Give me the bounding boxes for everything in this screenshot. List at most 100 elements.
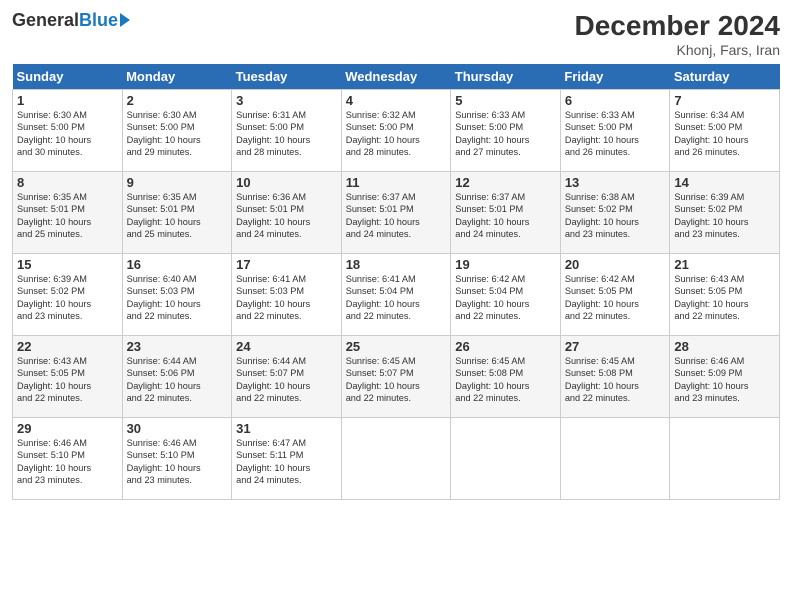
day-info: Sunrise: 6:44 AM Sunset: 5:06 PM Dayligh… [127,355,228,405]
logo-general-text: General [12,10,79,31]
day-number: 29 [17,421,118,436]
day-number: 18 [346,257,447,272]
calendar-header-cell: Saturday [670,64,780,90]
day-number: 21 [674,257,775,272]
day-info: Sunrise: 6:40 AM Sunset: 5:03 PM Dayligh… [127,273,228,323]
day-number: 16 [127,257,228,272]
calendar-day-cell: 1Sunrise: 6:30 AM Sunset: 5:00 PM Daylig… [13,90,123,172]
day-number: 4 [346,93,447,108]
day-number: 17 [236,257,337,272]
day-info: Sunrise: 6:43 AM Sunset: 5:05 PM Dayligh… [674,273,775,323]
day-number: 6 [565,93,666,108]
day-number: 5 [455,93,556,108]
calendar-day-cell: 15Sunrise: 6:39 AM Sunset: 5:02 PM Dayli… [13,254,123,336]
calendar-day-cell: 30Sunrise: 6:46 AM Sunset: 5:10 PM Dayli… [122,418,232,500]
day-info: Sunrise: 6:42 AM Sunset: 5:04 PM Dayligh… [455,273,556,323]
day-info: Sunrise: 6:33 AM Sunset: 5:00 PM Dayligh… [455,109,556,159]
calendar-week-row: 29Sunrise: 6:46 AM Sunset: 5:10 PM Dayli… [13,418,780,500]
location: Khonj, Fars, Iran [575,42,780,58]
calendar-day-cell: 14Sunrise: 6:39 AM Sunset: 5:02 PM Dayli… [670,172,780,254]
calendar-day-cell: 25Sunrise: 6:45 AM Sunset: 5:07 PM Dayli… [341,336,451,418]
calendar-day-cell: 19Sunrise: 6:42 AM Sunset: 5:04 PM Dayli… [451,254,561,336]
day-info: Sunrise: 6:31 AM Sunset: 5:00 PM Dayligh… [236,109,337,159]
day-info: Sunrise: 6:46 AM Sunset: 5:10 PM Dayligh… [17,437,118,487]
calendar-day-cell: 4Sunrise: 6:32 AM Sunset: 5:00 PM Daylig… [341,90,451,172]
day-info: Sunrise: 6:43 AM Sunset: 5:05 PM Dayligh… [17,355,118,405]
calendar-day-cell: 8Sunrise: 6:35 AM Sunset: 5:01 PM Daylig… [13,172,123,254]
day-number: 8 [17,175,118,190]
calendar-day-cell: 6Sunrise: 6:33 AM Sunset: 5:00 PM Daylig… [560,90,670,172]
day-info: Sunrise: 6:38 AM Sunset: 5:02 PM Dayligh… [565,191,666,241]
calendar-day-cell: 31Sunrise: 6:47 AM Sunset: 5:11 PM Dayli… [232,418,342,500]
day-number: 20 [565,257,666,272]
day-info: Sunrise: 6:30 AM Sunset: 5:00 PM Dayligh… [127,109,228,159]
calendar-day-cell: 2Sunrise: 6:30 AM Sunset: 5:00 PM Daylig… [122,90,232,172]
calendar-day-cell: 3Sunrise: 6:31 AM Sunset: 5:00 PM Daylig… [232,90,342,172]
calendar-day-cell [451,418,561,500]
calendar-week-row: 15Sunrise: 6:39 AM Sunset: 5:02 PM Dayli… [13,254,780,336]
header: General Blue December 2024 Khonj, Fars, … [12,10,780,58]
calendar-header-cell: Thursday [451,64,561,90]
day-number: 31 [236,421,337,436]
day-info: Sunrise: 6:36 AM Sunset: 5:01 PM Dayligh… [236,191,337,241]
day-number: 26 [455,339,556,354]
day-number: 24 [236,339,337,354]
calendar-container: General Blue December 2024 Khonj, Fars, … [0,0,792,508]
day-info: Sunrise: 6:30 AM Sunset: 5:00 PM Dayligh… [17,109,118,159]
month-title: December 2024 [575,10,780,42]
calendar-day-cell: 7Sunrise: 6:34 AM Sunset: 5:00 PM Daylig… [670,90,780,172]
title-block: December 2024 Khonj, Fars, Iran [575,10,780,58]
calendar-day-cell: 5Sunrise: 6:33 AM Sunset: 5:00 PM Daylig… [451,90,561,172]
logo-blue-text: Blue [79,10,118,31]
calendar-day-cell: 12Sunrise: 6:37 AM Sunset: 5:01 PM Dayli… [451,172,561,254]
calendar-day-cell: 9Sunrise: 6:35 AM Sunset: 5:01 PM Daylig… [122,172,232,254]
calendar-day-cell: 18Sunrise: 6:41 AM Sunset: 5:04 PM Dayli… [341,254,451,336]
calendar-day-cell [670,418,780,500]
logo-arrow-icon [120,13,130,27]
logo: General Blue [12,10,130,31]
day-number: 7 [674,93,775,108]
calendar-day-cell: 27Sunrise: 6:45 AM Sunset: 5:08 PM Dayli… [560,336,670,418]
day-number: 3 [236,93,337,108]
calendar-day-cell: 28Sunrise: 6:46 AM Sunset: 5:09 PM Dayli… [670,336,780,418]
day-info: Sunrise: 6:46 AM Sunset: 5:10 PM Dayligh… [127,437,228,487]
calendar-header-cell: Sunday [13,64,123,90]
calendar-day-cell: 24Sunrise: 6:44 AM Sunset: 5:07 PM Dayli… [232,336,342,418]
day-info: Sunrise: 6:33 AM Sunset: 5:00 PM Dayligh… [565,109,666,159]
calendar-week-row: 8Sunrise: 6:35 AM Sunset: 5:01 PM Daylig… [13,172,780,254]
day-number: 30 [127,421,228,436]
day-number: 25 [346,339,447,354]
calendar-header-cell: Monday [122,64,232,90]
day-info: Sunrise: 6:45 AM Sunset: 5:08 PM Dayligh… [455,355,556,405]
calendar-day-cell: 10Sunrise: 6:36 AM Sunset: 5:01 PM Dayli… [232,172,342,254]
day-info: Sunrise: 6:41 AM Sunset: 5:04 PM Dayligh… [346,273,447,323]
day-info: Sunrise: 6:46 AM Sunset: 5:09 PM Dayligh… [674,355,775,405]
day-info: Sunrise: 6:37 AM Sunset: 5:01 PM Dayligh… [455,191,556,241]
day-number: 14 [674,175,775,190]
day-info: Sunrise: 6:37 AM Sunset: 5:01 PM Dayligh… [346,191,447,241]
calendar-table: SundayMondayTuesdayWednesdayThursdayFrid… [12,64,780,500]
day-info: Sunrise: 6:32 AM Sunset: 5:00 PM Dayligh… [346,109,447,159]
day-number: 11 [346,175,447,190]
calendar-day-cell: 16Sunrise: 6:40 AM Sunset: 5:03 PM Dayli… [122,254,232,336]
day-info: Sunrise: 6:34 AM Sunset: 5:00 PM Dayligh… [674,109,775,159]
calendar-day-cell: 17Sunrise: 6:41 AM Sunset: 5:03 PM Dayli… [232,254,342,336]
day-number: 1 [17,93,118,108]
day-number: 15 [17,257,118,272]
day-info: Sunrise: 6:47 AM Sunset: 5:11 PM Dayligh… [236,437,337,487]
day-number: 13 [565,175,666,190]
day-info: Sunrise: 6:35 AM Sunset: 5:01 PM Dayligh… [127,191,228,241]
day-info: Sunrise: 6:41 AM Sunset: 5:03 PM Dayligh… [236,273,337,323]
calendar-header-cell: Wednesday [341,64,451,90]
day-info: Sunrise: 6:42 AM Sunset: 5:05 PM Dayligh… [565,273,666,323]
calendar-day-cell: 11Sunrise: 6:37 AM Sunset: 5:01 PM Dayli… [341,172,451,254]
day-info: Sunrise: 6:44 AM Sunset: 5:07 PM Dayligh… [236,355,337,405]
day-info: Sunrise: 6:39 AM Sunset: 5:02 PM Dayligh… [674,191,775,241]
calendar-day-cell: 21Sunrise: 6:43 AM Sunset: 5:05 PM Dayli… [670,254,780,336]
calendar-header-cell: Tuesday [232,64,342,90]
calendar-day-cell: 26Sunrise: 6:45 AM Sunset: 5:08 PM Dayli… [451,336,561,418]
day-number: 27 [565,339,666,354]
day-info: Sunrise: 6:35 AM Sunset: 5:01 PM Dayligh… [17,191,118,241]
day-number: 19 [455,257,556,272]
calendar-week-row: 1Sunrise: 6:30 AM Sunset: 5:00 PM Daylig… [13,90,780,172]
